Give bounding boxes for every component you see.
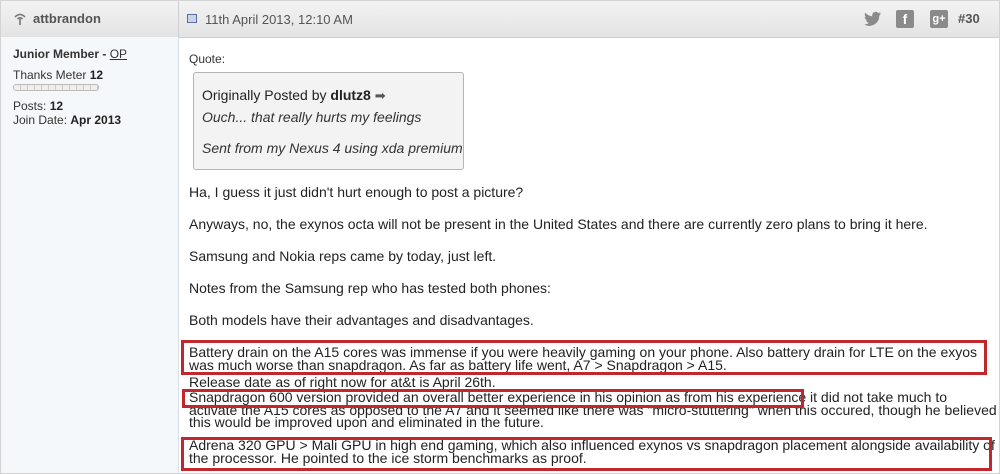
- op-link[interactable]: OP: [110, 47, 127, 61]
- user-rank: Junior Member - OP: [13, 47, 127, 61]
- join-date: Join Date: Apr 2013: [13, 113, 121, 127]
- quote-label: Quote:: [189, 52, 226, 66]
- highlight-box-gpu: [181, 437, 992, 471]
- quote-box: Originally Posted by dlutz8 ➡ Ouch... th…: [193, 72, 464, 170]
- quote-author[interactable]: dlutz8: [330, 87, 370, 103]
- highlight-box-snapdragon: [182, 389, 804, 408]
- forum-post: attbrandon 11th April 2013, 12:10 AM f g…: [0, 0, 1000, 474]
- post-header: attbrandon 11th April 2013, 12:10 AM f g…: [1, 1, 999, 38]
- thanks-meter-bar: [13, 84, 99, 91]
- posts-count: Posts: 12: [13, 99, 63, 113]
- post-paragraph: Notes from the Samsung rep who has teste…: [189, 280, 551, 296]
- join-date-label: Join Date:: [13, 113, 68, 127]
- thanks-meter: Thanks Meter 12: [13, 68, 103, 82]
- posts-value: 12: [49, 99, 64, 113]
- post-number-link[interactable]: #30: [958, 11, 980, 26]
- post-paragraph: Samsung and Nokia reps came by today, ju…: [189, 248, 497, 264]
- offline-status-icon: [14, 13, 26, 25]
- quote-prefix: Originally Posted by: [202, 87, 327, 103]
- highlight-box-battery: [181, 340, 987, 375]
- join-date-value: Apr 2013: [70, 113, 122, 127]
- user-info-sidebar: Junior Member - OP Thanks Meter 12 Posts…: [1, 37, 179, 473]
- thanks-meter-label: Thanks Meter: [13, 68, 87, 82]
- post-date-icon: [187, 14, 197, 23]
- thanks-meter-value: 12: [89, 68, 104, 82]
- facebook-icon[interactable]: f: [896, 10, 914, 28]
- note-release-date: Release date as of right now for at&t is…: [189, 374, 496, 390]
- post-date: 11th April 2013, 12:10 AM: [205, 12, 353, 27]
- post-paragraph: Both models have their advantages and di…: [189, 312, 534, 328]
- post-paragraph: Anyways, no, the exynos octa will not be…: [189, 216, 928, 232]
- twitter-icon[interactable]: [864, 10, 882, 28]
- post-paragraph: Ha, I guess it just didn't hurt enough t…: [189, 184, 524, 200]
- header-user-cell: attbrandon: [1, 1, 179, 37]
- posts-label: Posts:: [13, 99, 47, 113]
- quote-line-1: Ouch... that really hurts my feelings: [202, 109, 422, 125]
- user-rank-label: Junior Member -: [13, 47, 107, 61]
- header-username[interactable]: attbrandon: [33, 11, 101, 26]
- quote-line-2: Sent from my Nexus 4 using xda premium: [202, 140, 463, 156]
- view-post-arrow-icon[interactable]: ➡: [375, 88, 386, 103]
- quote-attribution: Originally Posted by dlutz8 ➡: [202, 87, 386, 104]
- google-plus-icon[interactable]: g+: [930, 10, 948, 28]
